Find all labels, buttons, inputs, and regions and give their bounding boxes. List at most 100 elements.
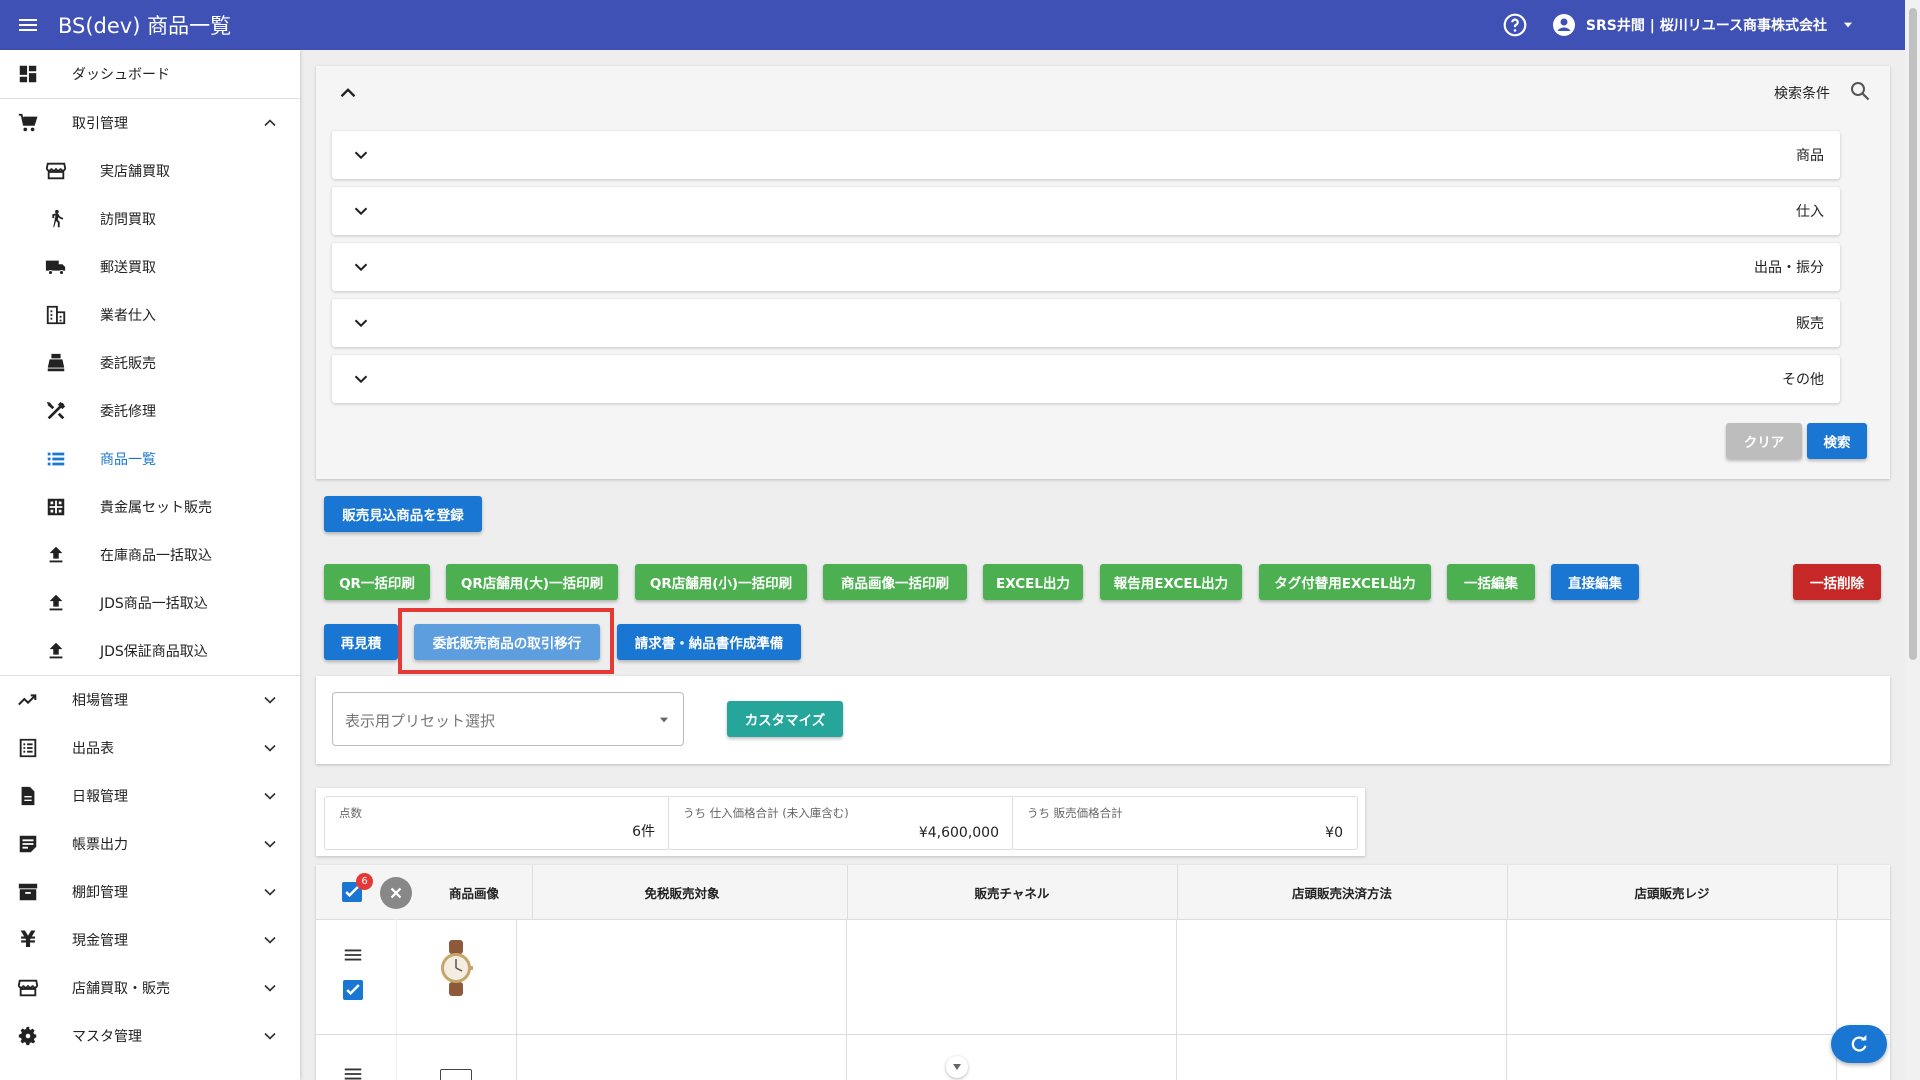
excel-export-button[interactable]: EXCEL出力 xyxy=(983,564,1083,600)
upload-icon xyxy=(44,639,68,663)
invoice-prep-button[interactable]: 請求書・納品書作成準備 xyxy=(617,624,801,660)
help-icon[interactable] xyxy=(1502,12,1528,38)
sidebar-item-jds-import[interactable]: JDS商品一括取込 xyxy=(0,579,300,627)
selected-count-badge: 6 xyxy=(356,873,373,890)
watch-thumbnail[interactable] xyxy=(438,940,474,996)
preset-placeholder: 表示用プリセット選択 xyxy=(345,712,496,730)
column-header-payment[interactable]: 店頭販売決済方法 xyxy=(1177,865,1508,919)
sidebar-item-transactions[interactable]: 取引管理 xyxy=(0,99,300,147)
chevron-down-icon xyxy=(264,696,276,704)
stats-panel: 点数 6件 うち 仕入価格合計 (未入庫含む) ¥4,600,000 うち 販売… xyxy=(316,788,1365,856)
sidebar-item-inventory[interactable]: 棚卸管理 xyxy=(0,868,300,916)
chevron-down-icon xyxy=(354,263,368,272)
preset-select[interactable]: 表示用プリセット選択 xyxy=(332,692,684,746)
row-checkbox[interactable] xyxy=(343,980,363,1000)
table-row[interactable] xyxy=(316,1035,1890,1080)
column-header-image[interactable]: 商品画像 xyxy=(416,865,533,919)
accordion-purchase[interactable]: 仕入 xyxy=(332,187,1840,235)
tag-excel-button[interactable]: タグ付替用EXCEL出力 xyxy=(1259,564,1431,600)
sidebar-item-vendor-purchase[interactable]: 業者仕入 xyxy=(0,291,300,339)
upload-icon xyxy=(44,543,68,567)
search-button[interactable]: 検索 xyxy=(1807,423,1867,459)
register-icon xyxy=(44,351,68,375)
re-estimate-button[interactable]: 再見積 xyxy=(324,624,398,660)
menu-icon[interactable] xyxy=(14,11,42,39)
direct-edit-button[interactable]: 直接編集 xyxy=(1551,564,1639,600)
bulk-delete-button[interactable]: 一括削除 xyxy=(1793,564,1881,600)
sidebar-item-store-trade[interactable]: 店舗買取・販売 xyxy=(0,964,300,1012)
sidebar-item-listing-sheet[interactable]: 出品表 xyxy=(0,724,300,772)
page-title: BS(dev) 商品一覧 xyxy=(58,14,232,38)
app-bar: BS(dev) 商品一覧 SRS井間 | 桜川リユース商事株式会社 xyxy=(0,0,1905,50)
column-header-register[interactable]: 店頭販売レジ xyxy=(1507,865,1838,919)
sidebar-item-product-list[interactable]: 商品一覧 xyxy=(0,435,300,483)
caret-down-icon xyxy=(659,717,669,723)
product-table: 6 商品画像 免税販売対象 販売チャネル 店頭販売決済方法 店頭販売レジ xyxy=(316,865,1890,1080)
search-icon[interactable] xyxy=(1848,79,1872,103)
scrollbar-thumb[interactable] xyxy=(1909,8,1917,660)
register-prospect-button[interactable]: 販売見込商品を登録 xyxy=(324,496,482,532)
image-bulk-print-button[interactable]: 商品画像一括印刷 xyxy=(823,564,967,600)
sidebar-item-precious-metal-set[interactable]: 貴金属セット販売 xyxy=(0,483,300,531)
consignment-transfer-button[interactable]: 委託販売商品の取引移行 xyxy=(414,624,600,660)
chevron-down-icon xyxy=(264,888,276,896)
sidebar-item-master[interactable]: マスタ管理 xyxy=(0,1012,300,1060)
shop-icon xyxy=(16,976,40,1000)
user-name: SRS井間 | 桜川リユース商事株式会社 xyxy=(1585,18,1827,34)
stat-sales-total: うち 販売価格合計 ¥0 xyxy=(1012,796,1358,850)
customize-button[interactable]: カスタマイズ xyxy=(727,701,843,737)
image-placeholder xyxy=(440,1069,472,1080)
cart-icon xyxy=(16,111,40,135)
trend-icon xyxy=(16,688,40,712)
page-scrollbar[interactable] xyxy=(1905,0,1920,1080)
building-icon xyxy=(44,303,68,327)
chevron-up-icon xyxy=(264,119,276,127)
sidebar-item-store-purchase[interactable]: 実店舗買取 xyxy=(0,147,300,195)
bulk-edit-button[interactable]: 一括編集 xyxy=(1447,564,1535,600)
column-header-channel[interactable]: 販売チャネル xyxy=(847,865,1178,919)
clear-selection-icon[interactable] xyxy=(380,877,412,909)
table-row[interactable] xyxy=(316,920,1890,1035)
yen-icon: ¥ xyxy=(20,927,36,953)
sidebar: ダッシュボード 取引管理 実店舗買取 訪問買取 郵送買取 業者仕入 委託販売 委… xyxy=(0,50,300,1080)
user-menu[interactable]: SRS井間 | 桜川リユース商事株式会社 xyxy=(1552,13,1865,37)
report-excel-button[interactable]: 報告用EXCEL出力 xyxy=(1100,564,1242,600)
search-panel: 検索条件 商品 仕入 出品・振分 販売 その他 クリア 検索 xyxy=(316,66,1890,479)
accordion-other[interactable]: その他 xyxy=(332,355,1840,403)
sidebar-item-consignment-repair[interactable]: 委託修理 xyxy=(0,387,300,435)
sidebar-item-jds-warranty-import[interactable]: JDS保証商品取込 xyxy=(0,627,300,675)
sidebar-item-mail-purchase[interactable]: 郵送買取 xyxy=(0,243,300,291)
chevron-down-icon xyxy=(264,1032,276,1040)
chevron-down-icon xyxy=(264,792,276,800)
sidebar-item-stock-import[interactable]: 在庫商品一括取込 xyxy=(0,531,300,579)
walk-icon xyxy=(44,207,68,231)
upload-icon xyxy=(44,591,68,615)
qr-store-large-print-button[interactable]: QR店舗用(大)一括印刷 xyxy=(446,564,618,600)
chevron-down-icon xyxy=(354,151,368,160)
qr-bulk-print-button[interactable]: QR一括印刷 xyxy=(324,564,430,600)
column-header-tax-free[interactable]: 免税販売対象 xyxy=(517,865,848,919)
sidebar-item-consignment-sales[interactable]: 委託販売 xyxy=(0,339,300,387)
sidebar-item-visit-purchase[interactable]: 訪問買取 xyxy=(0,195,300,243)
dashboard-icon xyxy=(16,62,40,86)
drag-handle-icon[interactable] xyxy=(342,1063,364,1080)
accordion-sales[interactable]: 販売 xyxy=(332,299,1840,347)
accordion-listing[interactable]: 出品・振分 xyxy=(332,243,1840,291)
caret-down-icon xyxy=(1843,22,1853,28)
qr-store-small-print-button[interactable]: QR店舗用(小)一括印刷 xyxy=(635,564,807,600)
sidebar-item-market[interactable]: 相場管理 xyxy=(0,676,300,724)
sheet-icon xyxy=(16,736,40,760)
sidebar-item-dashboard[interactable]: ダッシュボード xyxy=(0,50,300,98)
clear-button[interactable]: クリア xyxy=(1726,423,1802,459)
drag-handle-icon[interactable] xyxy=(342,944,364,966)
sidebar-item-cash[interactable]: ¥ 現金管理 xyxy=(0,916,300,964)
refresh-button[interactable] xyxy=(1831,1025,1887,1063)
sidebar-item-form-output[interactable]: 帳票出力 xyxy=(0,820,300,868)
chevron-up-icon[interactable] xyxy=(335,80,361,106)
chevron-down-icon xyxy=(264,840,276,848)
stat-purchase-total: うち 仕入価格合計 (未入庫含む) ¥4,600,000 xyxy=(668,796,1014,850)
accordion-product[interactable]: 商品 xyxy=(332,131,1840,179)
sidebar-item-daily-report[interactable]: 日報管理 xyxy=(0,772,300,820)
scroll-down-icon[interactable] xyxy=(946,1056,968,1078)
chevron-down-icon xyxy=(264,984,276,992)
